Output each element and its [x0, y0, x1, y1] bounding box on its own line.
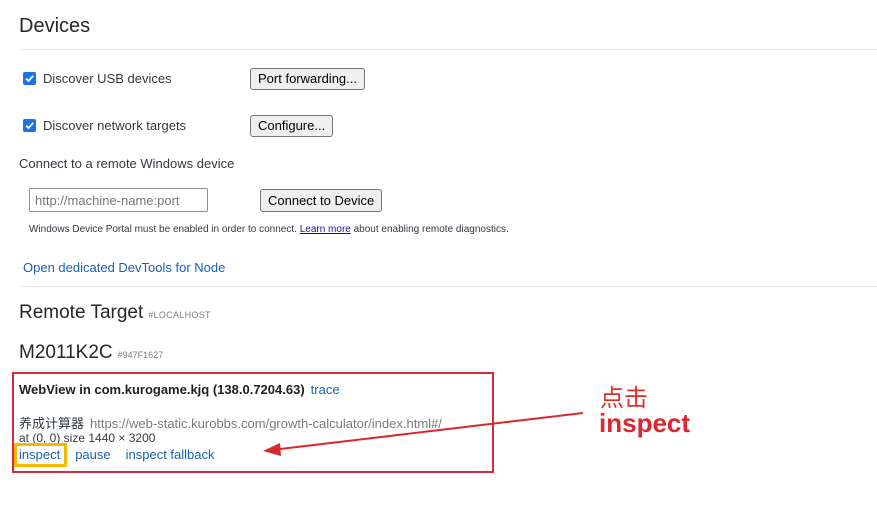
annotation-arrow-icon: [263, 412, 584, 456]
